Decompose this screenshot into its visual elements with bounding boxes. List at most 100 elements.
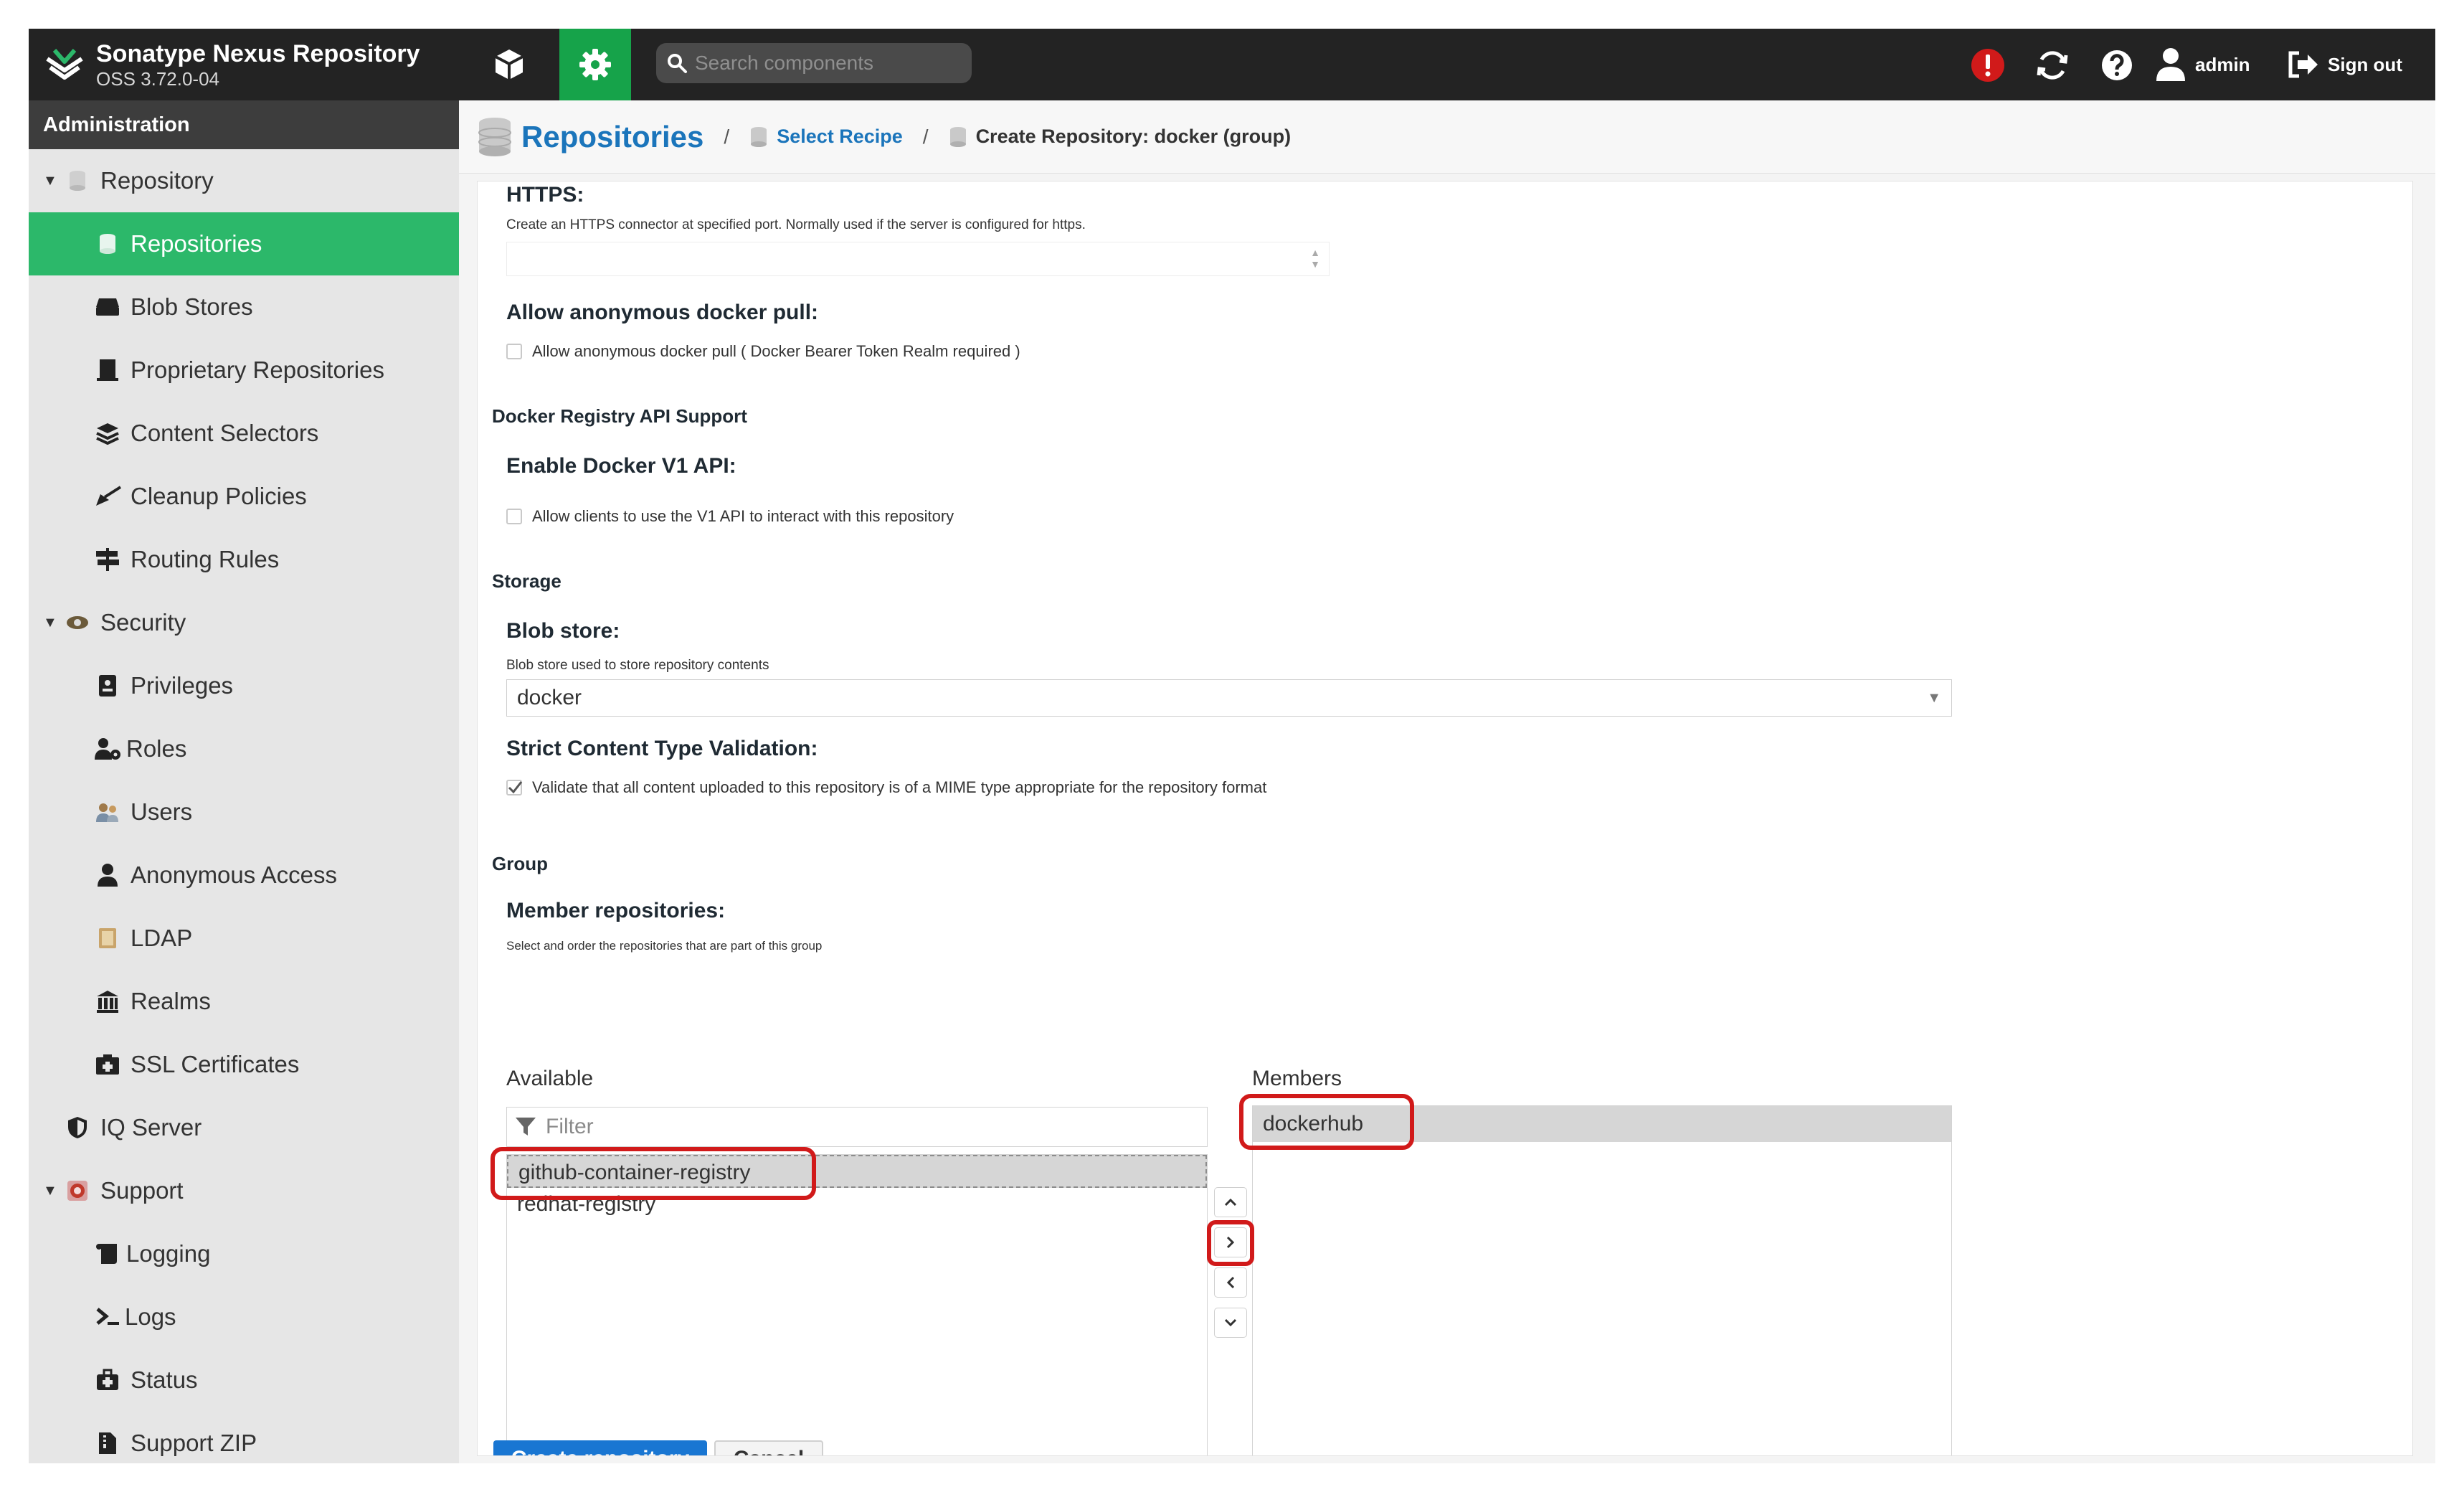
sign-out-icon <box>2288 51 2318 78</box>
spinner-arrows-icon[interactable]: ▲ ▼ <box>1310 247 1320 270</box>
registry-api-section-title: Docker Registry API Support <box>492 405 747 427</box>
anon-pull-option[interactable]: Allow anonymous docker pull ( Docker Bea… <box>506 342 1020 361</box>
sidebar-item-logs[interactable]: Logs <box>29 1285 459 1349</box>
certificate-icon <box>93 1050 122 1079</box>
move-down-button[interactable] <box>1214 1308 1247 1338</box>
sidebar-item-label: Blob Stores <box>131 293 253 320</box>
sidebar-item-ssl-certificates[interactable]: SSL Certificates <box>29 1033 459 1096</box>
available-column-label: Available <box>506 1067 594 1090</box>
v1-api-label: Enable Docker V1 API: <box>506 454 736 478</box>
signpost-icon <box>93 545 122 574</box>
sidebar-item-label: Repositories <box>131 230 262 257</box>
strict-content-text: Validate that all content uploaded to th… <box>532 778 1267 796</box>
sidebar-item-label: IQ Server <box>100 1114 202 1141</box>
move-up-button[interactable] <box>1214 1187 1247 1217</box>
sidebar-item-cleanup-policies[interactable]: Cleanup Policies <box>29 465 459 528</box>
user-icon <box>93 861 122 889</box>
sidebar-group-support[interactable]: ▼ Support <box>29 1159 459 1222</box>
search-input[interactable] <box>695 52 953 75</box>
exclamation-icon <box>1971 49 2004 82</box>
anon-pull-checkbox[interactable] <box>506 344 522 359</box>
remove-from-members-button[interactable] <box>1214 1267 1247 1298</box>
group-section-title: Group <box>492 853 548 874</box>
search-box[interactable] <box>656 43 972 83</box>
available-filter[interactable]: Filter <box>506 1107 1208 1147</box>
sidebar-item-label: Realms <box>131 988 211 1014</box>
nexus-logo-icon <box>46 49 83 80</box>
refresh-icon[interactable] <box>2033 46 2072 85</box>
lifebuoy-icon <box>63 1176 92 1205</box>
sidebar-item-roles[interactable]: Roles <box>29 717 459 780</box>
sidebar-item-blob-stores[interactable]: Blob Stores <box>29 275 459 339</box>
sidebar-item-support-zip[interactable]: Support ZIP <box>29 1412 459 1463</box>
filter-icon <box>516 1118 536 1135</box>
checkmark-icon <box>508 781 523 794</box>
cancel-button[interactable]: Cancel <box>714 1440 823 1455</box>
book-icon <box>93 924 122 953</box>
sidebar-item-label: Anonymous Access <box>131 861 337 888</box>
sidebar-title: Administration <box>29 100 459 149</box>
v1-api-option[interactable]: Allow clients to use the V1 API to inter… <box>506 507 954 526</box>
v1-api-text: Allow clients to use the V1 API to inter… <box>532 507 954 525</box>
sign-out-label: Sign out <box>2328 53 2402 75</box>
database-icon <box>93 230 122 258</box>
sign-out-button[interactable]: Sign out <box>2288 43 2402 86</box>
admin-mode-button[interactable] <box>559 29 631 100</box>
sidebar-item-logging[interactable]: Logging <box>29 1222 459 1285</box>
sidebar-group-repository[interactable]: ▼ Repository <box>29 149 459 212</box>
v1-api-checkbox[interactable] <box>506 509 522 524</box>
user-name: admin <box>2195 53 2250 75</box>
sidebar-item-users[interactable]: Users <box>29 780 459 844</box>
scroll-icon <box>93 1240 122 1268</box>
system-alert-icon[interactable] <box>1968 46 2007 85</box>
blob-store-help: Blob store used to store repository cont… <box>506 658 769 673</box>
sidebar-item-status[interactable]: Status <box>29 1349 459 1412</box>
sidebar-item-label: Privileges <box>131 672 234 699</box>
anon-pull-text: Allow anonymous docker pull ( Docker Bea… <box>532 342 1020 360</box>
sidebar-item-repositories[interactable]: Repositories <box>29 212 459 275</box>
sidebar-item-anonymous-access[interactable]: Anonymous Access <box>29 844 459 907</box>
sidebar-item-label: SSL Certificates <box>131 1051 300 1077</box>
sidebar-item-iq-server[interactable]: IQ Server <box>29 1096 459 1159</box>
main-content: Repositories / Select Recipe / Create Re… <box>459 100 2435 1463</box>
blob-store-select[interactable]: docker ▼ <box>506 679 1952 717</box>
database-icon <box>63 166 92 195</box>
chevron-up-icon <box>1224 1198 1237 1207</box>
annotation-highlight <box>491 1147 816 1200</box>
sidebar-item-routing-rules[interactable]: Routing Rules <box>29 528 459 591</box>
chevron-left-icon <box>1226 1276 1235 1289</box>
database-icon <box>751 126 767 147</box>
sidebar-group-security[interactable]: ▼ Security <box>29 591 459 654</box>
door-icon <box>93 356 122 384</box>
sidebar-item-content-selectors[interactable]: Content Selectors <box>29 402 459 465</box>
member-repositories-label: Member repositories: <box>506 899 726 922</box>
database-icon <box>949 126 966 147</box>
sidebar-item-ldap[interactable]: LDAP <box>29 907 459 970</box>
sidebar-item-label: Users <box>131 798 193 825</box>
caret-down-icon: ▼ <box>43 1182 57 1199</box>
brand[interactable]: Sonatype Nexus Repository OSS 3.72.0-04 <box>43 36 420 93</box>
sidebar-item-label: Routing Rules <box>131 546 280 572</box>
create-repository-button[interactable]: Create repository <box>493 1440 707 1455</box>
sidebar-item-proprietary-repositories[interactable]: Proprietary Repositories <box>29 339 459 402</box>
chevron-down-icon[interactable]: ▼ <box>1927 680 1941 716</box>
strict-content-checkbox[interactable] <box>506 780 523 795</box>
eye-icon <box>63 608 92 637</box>
caret-down-icon: ▼ <box>43 614 57 631</box>
sidebar-item-realms[interactable]: Realms <box>29 970 459 1033</box>
breadcrumb-select-recipe[interactable]: Select Recipe <box>777 126 903 148</box>
users-cog-icon <box>93 735 122 763</box>
breadcrumb-repositories[interactable]: Repositories <box>521 120 703 154</box>
user-menu[interactable]: admin <box>2155 43 2250 86</box>
help-icon[interactable] <box>2098 46 2136 85</box>
https-port-input[interactable]: ▲ ▼ <box>506 242 1330 276</box>
members-list[interactable]: dockerhub <box>1252 1105 1952 1455</box>
browse-mode-button[interactable] <box>473 29 545 100</box>
sidebar-item-label: Proprietary Repositories <box>131 357 384 383</box>
badge-icon <box>93 671 122 700</box>
sidebar-item-privileges[interactable]: Privileges <box>29 654 459 717</box>
anon-pull-label: Allow anonymous docker pull: <box>506 301 819 324</box>
hard-drive-icon <box>93 293 122 321</box>
strict-content-option[interactable]: Validate that all content uploaded to th… <box>506 778 1266 797</box>
breadcrumb: Repositories / Select Recipe / Create Re… <box>459 100 2435 174</box>
